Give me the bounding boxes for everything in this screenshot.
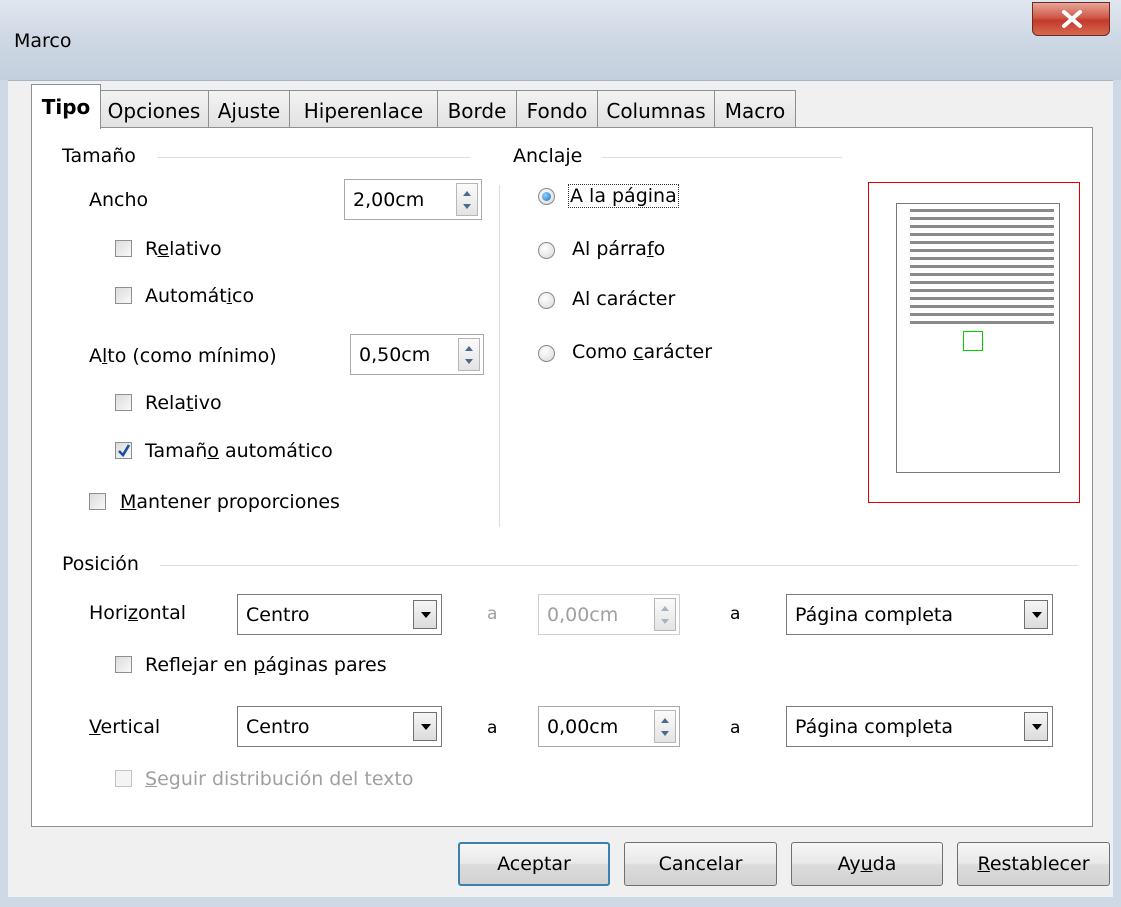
anchor-page-radio[interactable]	[538, 188, 555, 205]
spin-arrows-icon[interactable]	[456, 183, 478, 216]
section-divider	[499, 185, 500, 527]
anchor-char-radio[interactable]	[538, 292, 555, 309]
horizontal-relative-combo[interactable]: Página completa	[786, 594, 1053, 635]
horizontal-combo[interactable]: Centro	[237, 594, 442, 635]
window-title: Marco	[14, 30, 72, 52]
horizontal-a1: a	[487, 604, 498, 624]
tab-ajuste[interactable]: Ajuste	[208, 90, 290, 128]
vertical-label: Vertical	[89, 716, 161, 738]
chevron-down-icon	[1032, 724, 1042, 730]
dropdown-button[interactable]	[1024, 600, 1048, 629]
anchor-separator	[602, 157, 842, 158]
window-border-left	[0, 80, 8, 907]
ok-button[interactable]: Aceptar	[458, 842, 610, 886]
tab-label: Fondo	[526, 99, 588, 123]
position-section-title: Posición	[62, 553, 139, 575]
anchor-char-label: Al carácter	[572, 288, 676, 310]
width-auto-label: Automático	[145, 285, 255, 307]
title-bar[interactable]: Marco	[0, 0, 1121, 80]
width-value: 2,00cm	[353, 189, 425, 211]
horizontal-offset-value: 0,00cm	[547, 604, 619, 626]
vertical-relative-combo[interactable]: Página completa	[786, 706, 1053, 747]
follow-text-checkbox[interactable]	[115, 770, 132, 787]
anchor-paragraph-label: Al párrafo	[572, 238, 666, 260]
vertical-a2: a	[730, 718, 741, 738]
preview-frame-marker	[963, 331, 983, 351]
spin-arrows-icon[interactable]	[654, 598, 676, 631]
tab-label: Columnas	[606, 99, 706, 123]
spin-arrows-icon[interactable]	[654, 710, 676, 743]
tab-columnas[interactable]: Columnas	[597, 90, 715, 128]
close-icon	[1062, 10, 1082, 28]
tab-label: Opciones	[107, 99, 201, 123]
dropdown-button[interactable]	[413, 712, 437, 741]
height-relative-label: Relativo	[145, 392, 222, 414]
dropdown-button[interactable]	[413, 600, 437, 629]
width-label: Ancho	[89, 189, 149, 211]
vertical-a1: a	[487, 718, 498, 738]
keep-ratio-checkbox[interactable]	[89, 493, 106, 510]
window-border-bottom	[0, 896, 1121, 907]
tab-label: Macro	[724, 99, 786, 123]
width-spinbox[interactable]: 2,00cm	[344, 179, 482, 220]
vertical-combo[interactable]: Centro	[237, 706, 442, 747]
tab-opciones[interactable]: Opciones	[99, 90, 209, 128]
chevron-down-icon	[421, 612, 431, 618]
width-relative-checkbox[interactable]	[115, 240, 132, 257]
help-button[interactable]: Ayuda	[791, 842, 943, 886]
height-value: 0,50cm	[359, 344, 431, 366]
mirror-checkbox[interactable]	[115, 656, 132, 673]
height-relative-checkbox[interactable]	[115, 394, 132, 411]
horizontal-a2: a	[730, 604, 741, 624]
tab-tipo[interactable]: Tipo	[31, 84, 101, 129]
dropdown-button[interactable]	[1024, 712, 1048, 741]
size-separator	[157, 157, 470, 158]
mirror-label: Reflejar en páginas pares	[145, 654, 387, 676]
vertical-offset-spinbox[interactable]: 0,00cm	[538, 706, 680, 747]
follow-text-label: Seguir distribución del texto	[145, 768, 414, 790]
chevron-down-icon	[421, 724, 431, 730]
anchor-section-title: Anclaje	[513, 145, 583, 167]
position-separator	[160, 565, 1078, 566]
vertical-relative-value: Página completa	[795, 716, 954, 738]
anchor-as-char-label: Como carácter	[572, 341, 713, 363]
close-button[interactable]	[1032, 2, 1110, 36]
checkmark-icon	[118, 444, 131, 458]
tab-macro[interactable]: Macro	[714, 90, 796, 128]
height-auto-checkbox[interactable]	[115, 442, 132, 459]
reset-button[interactable]: Restablecer	[957, 842, 1110, 886]
tab-hiperenlace[interactable]: Hiperenlace	[289, 90, 438, 128]
tab-label: Borde	[447, 99, 507, 123]
window-border-right	[1113, 80, 1121, 907]
tab-borde[interactable]: Borde	[437, 90, 517, 128]
spin-arrows-icon[interactable]	[458, 338, 480, 371]
horizontal-label: Horizontal	[89, 602, 187, 624]
height-label: Alto (como mínimo)	[89, 345, 277, 367]
chevron-down-icon	[1032, 612, 1042, 618]
anchor-paragraph-radio[interactable]	[538, 242, 555, 259]
height-spinbox[interactable]: 0,50cm	[350, 334, 484, 375]
tab-label: Ajuste	[217, 99, 281, 123]
horizontal-combo-value: Centro	[246, 604, 310, 626]
width-relative-label: Relativo	[145, 238, 222, 260]
tab-label: Hiperenlace	[303, 99, 424, 123]
width-auto-checkbox[interactable]	[115, 287, 132, 304]
cancel-button[interactable]: Cancelar	[624, 842, 777, 886]
height-auto-label: Tamaño automático	[145, 440, 333, 462]
tab-fondo[interactable]: Fondo	[516, 90, 598, 128]
vertical-offset-value: 0,00cm	[547, 716, 619, 738]
tab-label: Tipo	[41, 95, 91, 119]
horizontal-relative-value: Página completa	[795, 604, 954, 626]
horizontal-offset-spinbox[interactable]: 0,00cm	[538, 594, 680, 635]
keep-ratio-label: Mantener proporciones	[120, 491, 340, 513]
anchor-as-char-radio[interactable]	[538, 345, 555, 362]
anchor-page-label: A la página	[568, 184, 679, 208]
vertical-combo-value: Centro	[246, 716, 310, 738]
size-section-title: Tamaño	[62, 145, 136, 167]
